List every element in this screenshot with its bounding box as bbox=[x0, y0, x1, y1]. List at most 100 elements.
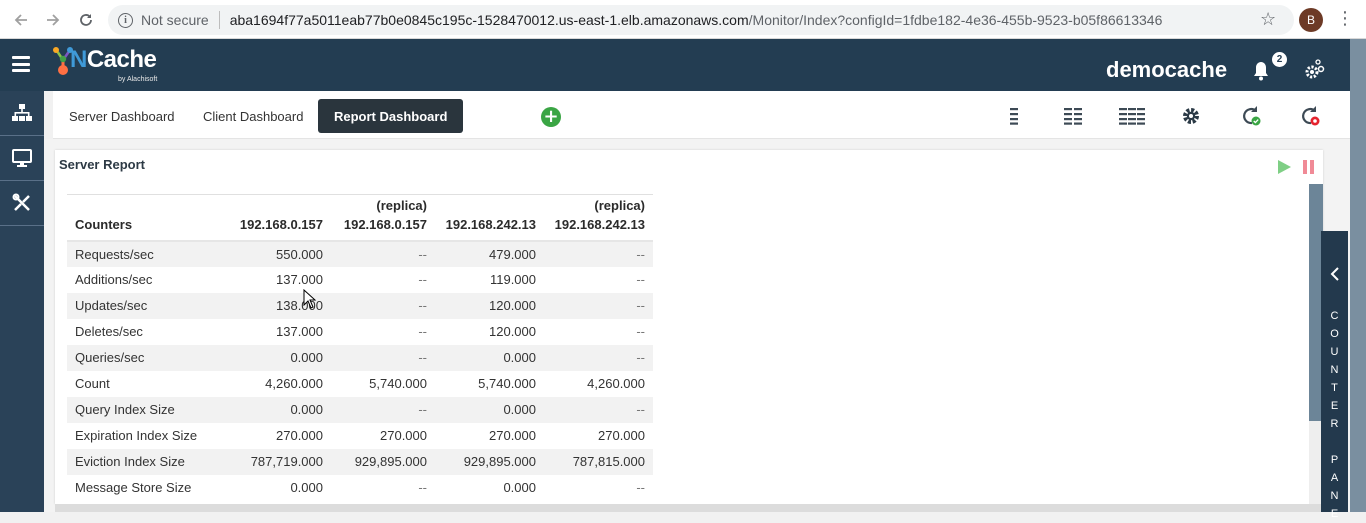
counter-panel-letter: O bbox=[1330, 328, 1339, 340]
arrow-left-icon bbox=[14, 14, 27, 26]
counter-value-cell: -- bbox=[544, 396, 653, 423]
counter-value-cell: -- bbox=[636, 324, 645, 339]
table-row: Query Index Size 0.000 -- 0.000 -- bbox=[67, 396, 653, 423]
counter-value-cell: 929,895.000 bbox=[435, 448, 544, 475]
refresh-error-icon bbox=[1302, 106, 1320, 126]
three-column-layout-icon bbox=[1119, 108, 1145, 125]
info-icon[interactable]: i bbox=[118, 12, 133, 28]
pause-icon[interactable] bbox=[1303, 160, 1315, 174]
counter-value-cell: 137.000 bbox=[276, 324, 323, 339]
horizontal-scrollbar[interactable] bbox=[55, 504, 1323, 512]
left-sidebar bbox=[0, 91, 44, 512]
table-header-row: Counters 192.168.0.157 (replica) 192.168.… bbox=[67, 194, 653, 242]
counter-value-cell: 120.000 bbox=[435, 292, 544, 319]
counter-panel-letter: R bbox=[1330, 418, 1339, 430]
table-row: Message Store Size 0.000 -- 0.000 -- bbox=[67, 475, 653, 501]
counter-value-cell: 0.000 bbox=[227, 344, 331, 371]
settings-icon bbox=[1183, 108, 1199, 124]
counter-value-cell: -- bbox=[636, 480, 645, 495]
counter-name-cell: Message Store Size bbox=[75, 480, 192, 495]
app-header: NCache by Alachisoft democache 2 bbox=[0, 39, 1350, 91]
sidebar-item-tools[interactable] bbox=[0, 181, 44, 226]
counter-value-cell: 0.000 bbox=[435, 396, 544, 423]
column-header-server-1-replica: (replica) 192.168.0.157 bbox=[331, 194, 435, 242]
reload-button[interactable] bbox=[70, 4, 102, 36]
table-row: Expiration Index Size 270.000 270.000 270.0… bbox=[67, 423, 653, 449]
counter-name-cell: Additions/sec bbox=[75, 272, 153, 287]
counter-panel-letter: T bbox=[1331, 382, 1338, 394]
counter-panel-letter: E bbox=[1330, 508, 1339, 520]
counter-panel-letter: P bbox=[1330, 454, 1339, 466]
counter-name-cell: Eviction Index Size bbox=[67, 448, 227, 475]
ncache-logo: NCache by Alachisoft bbox=[52, 44, 172, 88]
add-dashboard-button[interactable]: + bbox=[541, 107, 561, 127]
table-body: Requests/sec 550.000 -- 479.000 -- Additions/… bbox=[67, 240, 653, 501]
security-label: Not secure bbox=[141, 12, 209, 28]
bookmark-star-icon[interactable]: ☆ bbox=[1260, 9, 1276, 30]
refresh-error-button[interactable] bbox=[1293, 101, 1327, 131]
counter-name-cell: Deletes/sec bbox=[75, 324, 143, 339]
two-column-layout-button[interactable] bbox=[1056, 101, 1090, 131]
one-column-layout-button[interactable] bbox=[997, 101, 1031, 131]
counter-value-cell: -- bbox=[636, 272, 645, 287]
address-bar[interactable]: i Not secure aba1694f77a5011eab77b0e0845… bbox=[108, 5, 1294, 35]
counter-value-cell: 787,815.000 bbox=[544, 448, 653, 475]
counter-name-cell: Expiration Index Size bbox=[75, 428, 198, 443]
counter-value-cell: 0.000 bbox=[435, 344, 544, 371]
arrow-right-icon bbox=[47, 14, 60, 26]
counter-value-cell: 4,260.000 bbox=[587, 376, 645, 391]
counter-value-cell: 270.000 bbox=[598, 428, 645, 443]
server-report-table: Counters 192.168.0.157 (replica) 192.168.… bbox=[67, 194, 653, 501]
tab-server-dashboard[interactable]: Server Dashboard bbox=[53, 99, 191, 133]
sidebar-item-topology[interactable] bbox=[0, 91, 44, 136]
counter-value-cell: -- bbox=[331, 396, 435, 423]
topology-icon bbox=[12, 104, 32, 121]
counter-panel-letter: N bbox=[1330, 490, 1339, 502]
counter-name-cell: Requests/sec bbox=[67, 240, 227, 267]
counter-value-cell: 4,260.000 bbox=[265, 376, 323, 391]
profile-avatar[interactable]: B bbox=[1299, 8, 1323, 32]
counter-value-cell: 5,740.000 bbox=[369, 376, 427, 391]
settings-gears-icon[interactable] bbox=[1304, 59, 1326, 85]
settings-button[interactable] bbox=[1174, 101, 1208, 131]
tab-client-dashboard[interactable]: Client Dashboard bbox=[187, 99, 319, 133]
table-row: Queries/sec 0.000 -- 0.000 -- bbox=[67, 344, 653, 371]
three-column-layout-button[interactable] bbox=[1115, 101, 1149, 131]
sidebar-item-monitor[interactable] bbox=[0, 136, 44, 181]
panel-title: Server Report bbox=[59, 157, 145, 172]
table-row: Count 4,260.000 5,740.000 5,740.000 4,260.00… bbox=[67, 371, 653, 397]
column-header-counters: Counters bbox=[67, 194, 227, 242]
counter-value-cell: 0.000 bbox=[227, 396, 331, 423]
two-column-layout-icon bbox=[1064, 108, 1082, 125]
counter-panel-label: COUNTER PANE bbox=[1321, 307, 1348, 523]
play-icon[interactable] bbox=[1278, 160, 1291, 174]
hamburger-menu-icon[interactable] bbox=[12, 56, 30, 72]
counter-value-cell: 0.000 bbox=[290, 480, 323, 495]
counter-panel-letter: E bbox=[1330, 400, 1339, 412]
back-button[interactable] bbox=[5, 4, 37, 36]
forward-button[interactable] bbox=[37, 4, 69, 36]
counter-value-cell: 0.000 bbox=[503, 480, 536, 495]
counter-value-cell: 120.000 bbox=[489, 324, 536, 339]
counter-panel-letter: A bbox=[1330, 472, 1339, 484]
counter-panel-toggle[interactable]: COUNTER PANE bbox=[1321, 231, 1348, 520]
counter-value-cell: 270.000 bbox=[380, 428, 427, 443]
counter-name-cell: Count bbox=[75, 376, 110, 391]
window-edge-strip bbox=[1350, 39, 1366, 512]
counter-value-cell: 270.000 bbox=[489, 428, 536, 443]
browser-menu-icon[interactable]: ⋮ bbox=[1336, 10, 1354, 28]
counter-name-cell: Queries/sec bbox=[67, 344, 227, 371]
table-row: Eviction Index Size 787,719.000 929,895.00… bbox=[67, 448, 653, 475]
counter-value-cell: 787,719.000 bbox=[227, 448, 331, 475]
counter-value-cell: -- bbox=[544, 240, 653, 267]
refresh-success-icon bbox=[1243, 106, 1261, 126]
tab-report-dashboard[interactable]: Report Dashboard bbox=[318, 99, 464, 133]
counter-panel-letter: C bbox=[1330, 310, 1339, 322]
column-header-server-2-replica: (replica) 192.168.242.13 bbox=[544, 194, 653, 242]
one-column-layout-icon bbox=[1010, 108, 1018, 125]
refresh-success-button[interactable] bbox=[1234, 101, 1268, 131]
url-path: /Monitor/Index?configId=1fdbe182-4e36-45… bbox=[748, 12, 1163, 28]
url-host: aba1694f77a5011eab77b0e0845c195c-1528470… bbox=[229, 12, 749, 28]
column-header-server-1: 192.168.0.157 bbox=[227, 194, 331, 242]
notification-bell-icon[interactable] bbox=[1252, 61, 1270, 85]
